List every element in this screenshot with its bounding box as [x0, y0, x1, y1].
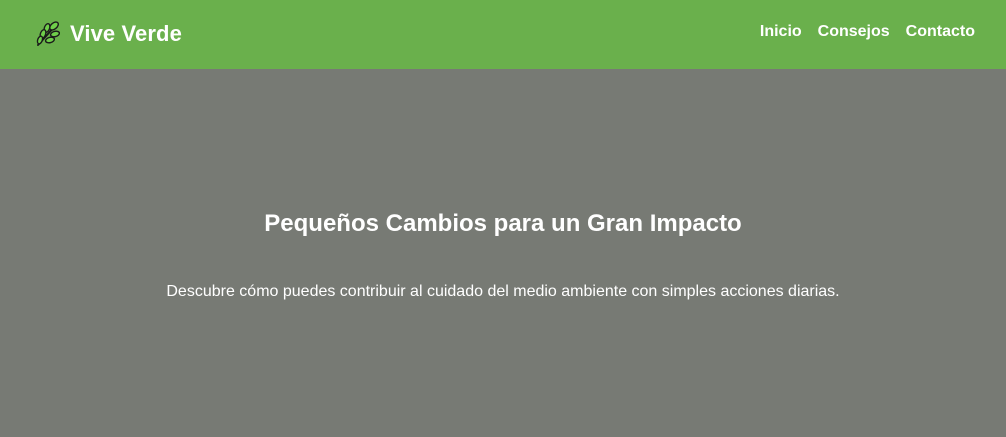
top-navbar: Vive Verde Inicio Consejos Contacto — [0, 0, 1006, 69]
nav-link-contacto[interactable]: Contacto — [906, 23, 975, 41]
hero-subtitle: Descubre cómo puedes contribuir al cuida… — [166, 283, 840, 300]
hero-section: Pequeños Cambios para un Gran Impacto De… — [0, 69, 1006, 437]
hero-title: Pequeños Cambios para un Gran Impacto — [264, 210, 742, 237]
nav-link-inicio[interactable]: Inicio — [760, 23, 802, 41]
brand-title: Vive Verde — [70, 21, 182, 46]
main-nav: Inicio Consejos Contacto — [760, 23, 975, 41]
brand-logo-link[interactable]: Vive Verde — [34, 17, 182, 51]
leaf-icon — [34, 20, 62, 48]
nav-link-consejos[interactable]: Consejos — [818, 23, 890, 41]
